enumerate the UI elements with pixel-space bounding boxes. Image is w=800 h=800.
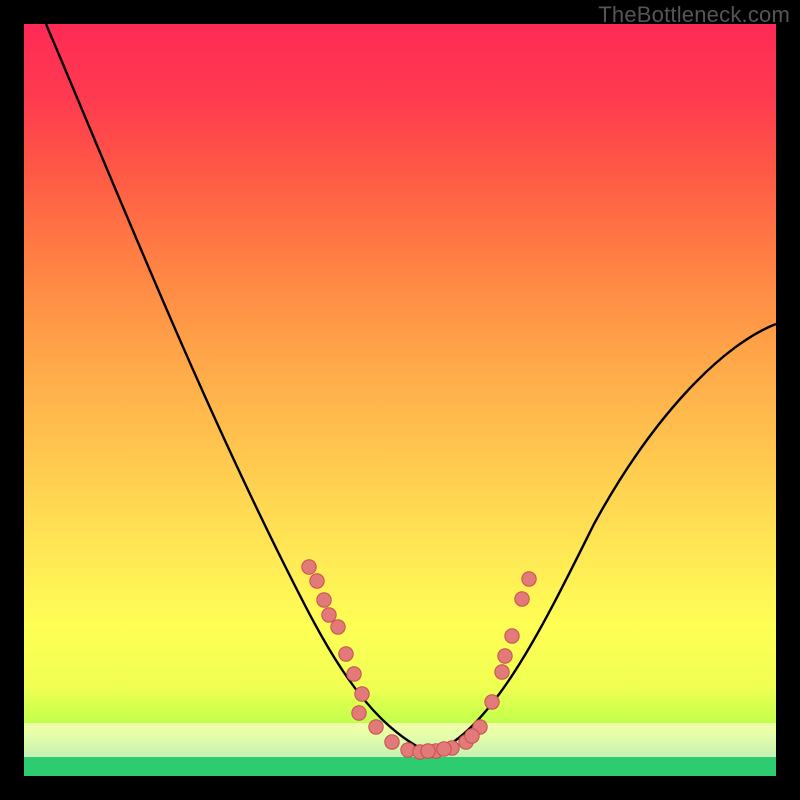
data-point [322,608,336,622]
data-point [495,665,509,679]
data-point [347,667,361,681]
data-point [522,572,536,586]
data-point [465,729,479,743]
data-point [355,687,369,701]
data-point [331,620,345,634]
data-point [437,742,451,756]
data-point [498,649,512,663]
watermark-text: TheBottleneck.com [598,2,790,28]
data-point [352,706,366,720]
data-point [302,560,316,574]
data-point [310,574,324,588]
chart-frame [24,24,776,776]
data-points-group [302,560,536,759]
data-point [385,735,399,749]
bottleneck-curve-layer [24,24,776,776]
data-point [505,629,519,643]
data-point [369,720,383,734]
bottleneck-curve [46,24,776,754]
data-point [339,647,353,661]
data-point [421,744,435,758]
data-point [485,695,499,709]
data-point [515,592,529,606]
data-point [317,593,331,607]
